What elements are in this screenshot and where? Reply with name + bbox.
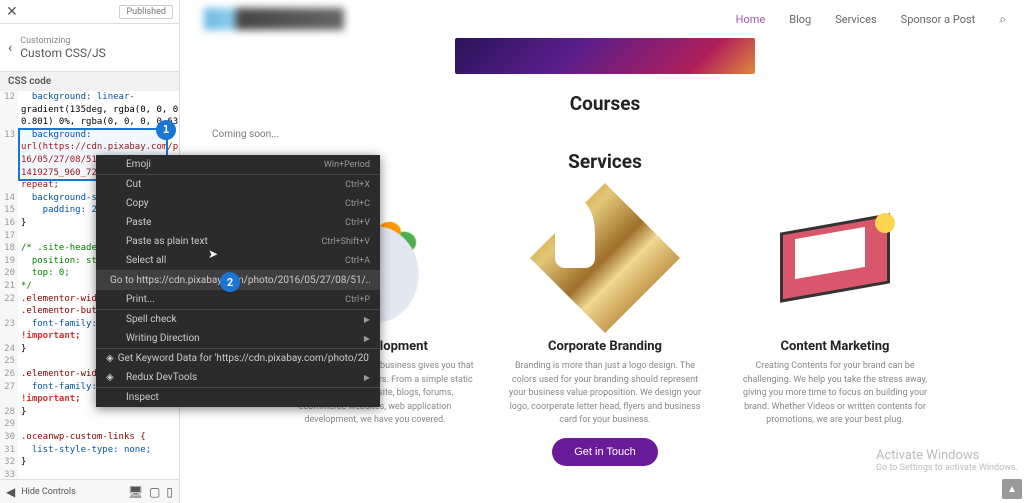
context-menu-item[interactable]: Spell check▶ [96, 310, 380, 329]
css-code-label: CSS code [0, 72, 179, 91]
scroll-top-button[interactable]: ▲ [1002, 479, 1022, 499]
activate-title: Activate Windows [876, 448, 1018, 463]
service-title: Corporate Branding [548, 339, 662, 354]
main-nav: Home Blog Services Sponsor a Post ⌕ [736, 12, 1006, 27]
service-image [760, 183, 910, 333]
service-card: Content Marketing Creating Contents for y… [735, 183, 935, 428]
activate-subtitle: Go to Settings to activate Windows. [876, 463, 1018, 473]
site-logo[interactable] [204, 8, 344, 30]
service-description: Creating Contents for your brand can be … [735, 360, 935, 428]
nav-link[interactable]: Sponsor a Post [901, 13, 976, 26]
service-card: Corporate Branding Branding is more than … [505, 183, 705, 428]
hide-controls-label[interactable]: Hide Controls [21, 487, 76, 497]
desktop-icon[interactable]: 🖥 [128, 485, 143, 499]
context-menu-item[interactable]: PasteCtrl+V [96, 213, 380, 232]
context-menu-item[interactable]: Select allCtrl+A [96, 251, 380, 270]
nav-link[interactable]: Services [835, 13, 876, 26]
customizer-header: ✕ Published [0, 0, 179, 24]
context-menu-item[interactable]: ◈Get Keyword Data for 'https://cdn.pixab… [96, 349, 380, 368]
mobile-icon[interactable]: ▯ [166, 485, 173, 499]
service-title: Content Marketing [781, 339, 890, 354]
customizing-label: Customizing [20, 36, 106, 46]
tablet-icon[interactable]: ▢ [149, 485, 160, 499]
context-menu-item[interactable]: EmojiWin+Period [96, 155, 380, 174]
nav-link[interactable]: Home [736, 13, 766, 26]
context-menu-item[interactable]: CopyCtrl+C [96, 194, 380, 213]
annotation-marker-2: 2 [220, 272, 240, 292]
context-menu-item[interactable]: Writing Direction▶ [96, 329, 380, 348]
back-icon[interactable]: ‹ [8, 40, 12, 56]
customizer-footer: ◀ Hide Controls 🖥 ▢ ▯ [0, 479, 179, 503]
context-menu-item[interactable]: CutCtrl+X [96, 175, 380, 194]
context-menu-item[interactable]: Inspect [96, 388, 380, 407]
service-description: Branding is more than just a logo design… [505, 360, 705, 428]
line-gutter: 1213141516171819202122232425262728293031… [0, 91, 18, 479]
section-title: Custom CSS/JS [20, 46, 106, 60]
annotation-marker-1: 1 [156, 120, 176, 140]
collapse-icon[interactable]: ◀ [6, 485, 15, 499]
coming-soon-text: Coming soon... [212, 129, 1030, 140]
close-icon[interactable]: ✕ [6, 4, 18, 20]
search-icon[interactable]: ⌕ [999, 12, 1006, 27]
context-menu-item[interactable]: Paste as plain textCtrl+Shift+V [96, 232, 380, 251]
customizer-nav: ‹ Customizing Custom CSS/JS [0, 24, 179, 72]
site-header: Home Blog Services Sponsor a Post ⌕ [180, 0, 1030, 38]
context-menu-item[interactable]: Print...Ctrl+P [96, 290, 380, 309]
published-button[interactable]: Published [119, 5, 173, 19]
get-in-touch-button[interactable]: Get in Touch [552, 438, 658, 466]
hero-banner [455, 38, 755, 74]
courses-heading: Courses [180, 92, 1030, 115]
service-image [530, 183, 680, 333]
context-menu-item[interactable]: ◈Redux DevTools▶ [96, 368, 380, 387]
nav-link[interactable]: Blog [789, 13, 811, 26]
activate-windows-watermark: Activate Windows Go to Settings to activ… [876, 448, 1018, 473]
